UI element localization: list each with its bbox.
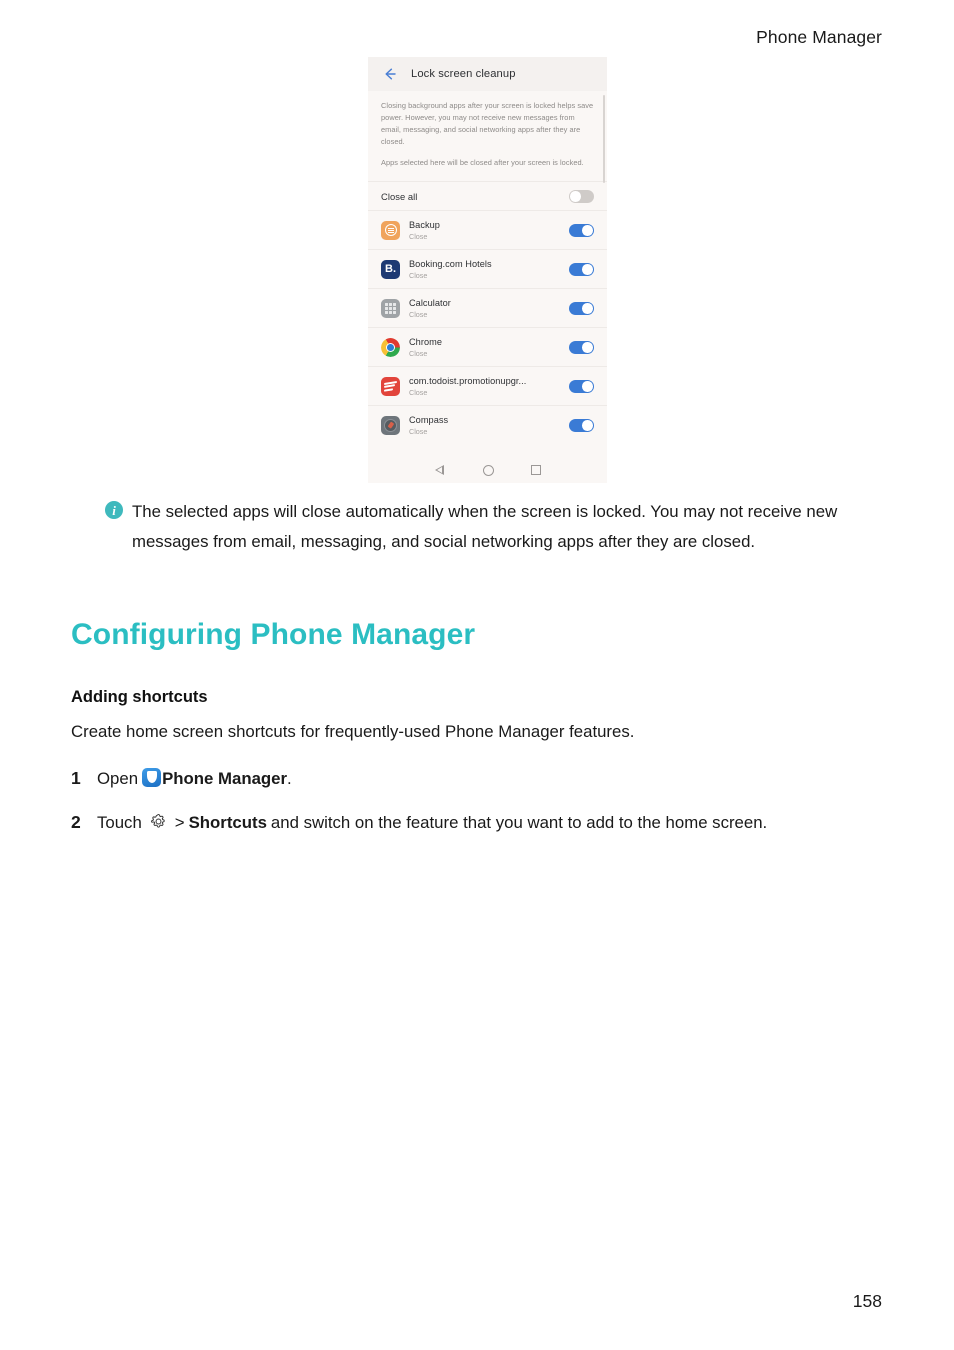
step-2-text-before: Touch: [97, 813, 142, 832]
app-row-texts: Compass Close: [400, 415, 569, 436]
step-1-number: 1: [71, 768, 81, 788]
step-1-bold-text: Phone Manager: [162, 769, 288, 788]
app-toggle[interactable]: [569, 301, 594, 315]
chrome-app-icon: [381, 337, 400, 357]
step-2-separator: >: [174, 813, 185, 832]
app-name: Compass: [409, 414, 449, 425]
note-text: The selected apps will close automatical…: [132, 502, 838, 551]
app-row-backup[interactable]: Backup Close: [368, 210, 607, 250]
nav-recents-icon[interactable]: [530, 465, 541, 475]
app-name: Chrome: [409, 336, 442, 347]
step-1-text-before: Open: [97, 769, 139, 788]
app-toggle[interactable]: [569, 379, 594, 393]
toggle-knob: [582, 264, 593, 275]
back-arrow-icon[interactable]: [382, 66, 398, 82]
app-status: Close: [409, 309, 428, 319]
app-status: Close: [409, 231, 428, 241]
description-scrollbar[interactable]: [603, 95, 605, 183]
phone-manager-app-icon[interactable]: [142, 768, 162, 787]
step-2-bold-text: Shortcuts: [188, 813, 267, 832]
step-2: 2 Touch > Shortcuts and switch on the fe…: [71, 809, 767, 833]
step-2-number: 2: [71, 812, 81, 832]
toggle-knob: [582, 420, 593, 431]
app-row-booking[interactable]: B. Booking.com Hotels Close: [368, 249, 607, 289]
screenshot-title: Lock screen cleanup: [411, 68, 516, 80]
step-1-text-after: .: [287, 769, 292, 788]
app-toggle[interactable]: [569, 223, 594, 237]
app-row-todoist[interactable]: com.todoist.promotionupgr... Close: [368, 366, 607, 406]
close-all-row[interactable]: Close all: [368, 181, 607, 211]
app-row-texts: com.todoist.promotionupgr... Close: [400, 376, 569, 397]
screenshot-titlebar: Lock screen cleanup: [368, 57, 607, 91]
toggle-knob: [582, 225, 593, 236]
phone-screenshot-figure: Lock screen cleanup Closing background a…: [368, 57, 607, 483]
section-intro-paragraph: Create home screen shortcuts for frequen…: [71, 722, 635, 741]
page-number: 158: [852, 1291, 882, 1311]
step-1: 1 Open Phone Manager .: [71, 765, 292, 789]
description-paragraph-2: Apps selected here will be closed after …: [381, 158, 584, 168]
nav-back-icon[interactable]: [434, 464, 446, 476]
screenshot-description: Closing background apps after your scree…: [368, 91, 607, 183]
app-row-texts: Booking.com Hotels Close: [400, 259, 569, 280]
app-row-chrome[interactable]: Chrome Close: [368, 327, 607, 367]
step-2-body: Touch > Shortcuts and switch on the feat…: [97, 809, 767, 833]
screenshot-app-list: Close all Backup Close B. Booking.com Ho…: [368, 181, 607, 445]
booking-app-icon: B.: [381, 259, 400, 279]
backup-app-icon: [381, 220, 400, 240]
app-name: Calculator: [409, 297, 451, 308]
app-row-texts: Calculator Close: [400, 298, 569, 319]
step-1-body: Open Phone Manager .: [97, 765, 292, 789]
app-status: Close: [409, 348, 428, 358]
close-all-toggle[interactable]: [569, 189, 594, 203]
section-heading: Configuring Phone Manager: [71, 618, 476, 651]
app-row-texts: Chrome Close: [400, 337, 569, 358]
close-all-label: Close all: [381, 190, 418, 202]
app-toggle[interactable]: [569, 262, 594, 276]
running-header: Phone Manager: [756, 27, 882, 47]
app-row-texts: Backup Close: [400, 220, 569, 241]
booking-icon-letter: B.: [385, 262, 396, 275]
step-2-text-after: and switch on the feature that you want …: [270, 813, 768, 832]
toggle-knob: [582, 303, 593, 314]
close-all-text: Close all: [381, 191, 569, 202]
settings-gear-icon[interactable]: [149, 812, 168, 831]
todoist-app-icon: [381, 376, 400, 396]
info-icon: i: [105, 501, 123, 519]
app-name: Booking.com Hotels: [409, 258, 492, 269]
nav-home-icon[interactable]: [482, 464, 494, 476]
shield-glyph: [146, 771, 157, 783]
toggle-knob: [570, 191, 581, 202]
compass-app-icon: [381, 415, 400, 435]
app-status: Close: [409, 387, 428, 397]
android-navigation-bar: [368, 457, 607, 483]
toggle-knob: [582, 342, 593, 353]
app-status: Close: [409, 426, 428, 436]
app-row-calculator[interactable]: Calculator Close: [368, 288, 607, 328]
app-name: Backup: [409, 219, 440, 230]
section-subheading: Adding shortcuts: [71, 688, 208, 706]
app-row-compass[interactable]: Compass Close: [368, 405, 607, 445]
app-name: com.todoist.promotionupgr...: [409, 375, 527, 386]
app-toggle[interactable]: [569, 418, 594, 432]
note-callout: i The selected apps will close automatic…: [105, 497, 900, 557]
calculator-app-icon: [381, 298, 400, 318]
description-paragraph-1: Closing background apps after your scree…: [381, 101, 594, 147]
toggle-knob: [582, 381, 593, 392]
app-status: Close: [409, 270, 428, 280]
app-toggle[interactable]: [569, 340, 594, 354]
